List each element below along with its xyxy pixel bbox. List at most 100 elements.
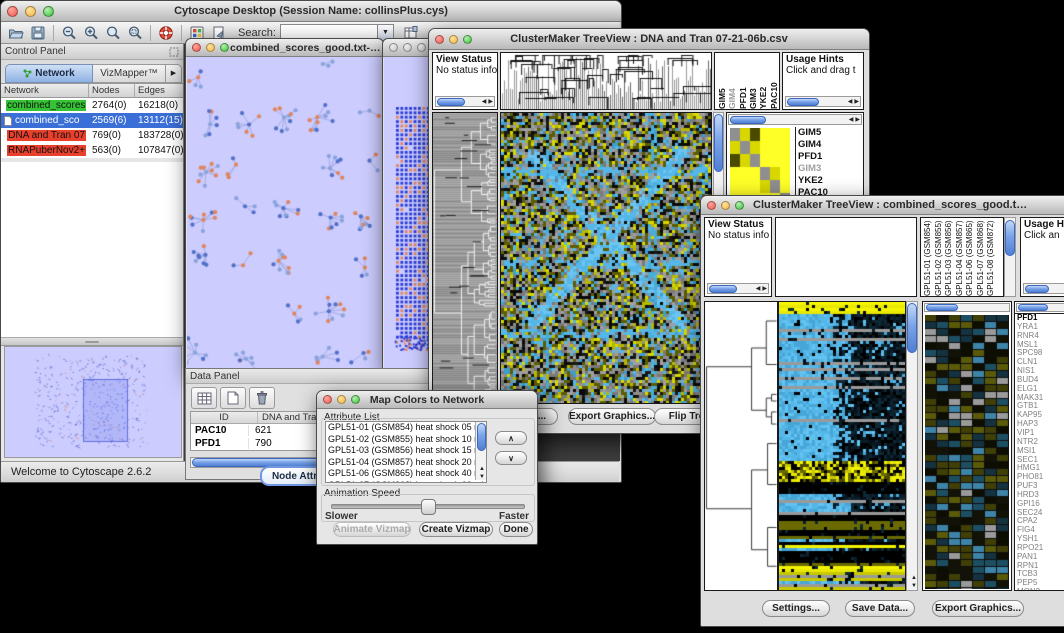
attribute-list-item[interactable]: GPL51-07 (GSM868) heat shock 60 min — [326, 480, 486, 484]
scroll-down-icon[interactable]: ▼ — [910, 583, 918, 589]
tv2-zoom-hscrollbar[interactable] — [924, 303, 1010, 312]
save-session-button[interactable] — [27, 23, 49, 42]
tv2-gene-label[interactable]: MON2 — [1015, 588, 1064, 591]
tv2-column-label[interactable]: GPL51-06 (GSM865) — [965, 218, 976, 296]
move-up-button[interactable]: ∧ — [495, 431, 527, 445]
tv1-gene-label[interactable]: GIM3 — [796, 163, 862, 175]
scrollbar-thumb[interactable] — [709, 285, 737, 293]
scrollbar-thumb[interactable] — [926, 304, 958, 311]
zoom-out-button[interactable] — [58, 23, 80, 42]
help-button[interactable] — [155, 23, 177, 42]
attribute-listbox[interactable]: GPL51-01 (GSM854) heat shock 05 minGPL51… — [325, 421, 487, 483]
column-header-id[interactable]: ID — [191, 412, 258, 423]
create-vizmap-button[interactable]: Create Vizmap — [419, 522, 493, 537]
column-header-edges[interactable]: Edges — [135, 84, 183, 97]
tv1-column-label[interactable]: YKE2 — [758, 53, 768, 109]
tv2-zoom-heatmap[interactable] — [925, 315, 1009, 589]
tv2-column-label[interactable]: GPL51-01 (GSM854) — [923, 218, 934, 296]
scrollbar-thumb[interactable] — [1025, 285, 1049, 293]
zoom-fit-button[interactable] — [124, 23, 146, 42]
close-icon[interactable] — [389, 43, 398, 52]
scrollbar-thumb[interactable] — [1005, 220, 1015, 256]
birdseye-overview[interactable] — [4, 346, 182, 458]
dialog-title-bar[interactable]: Map Colors to Network — [317, 391, 537, 409]
animation-speed-slider[interactable] — [331, 504, 525, 509]
tv2-column-dendrogram-area[interactable] — [775, 217, 917, 297]
tv1-heatmap[interactable] — [500, 112, 712, 404]
scrollbar-thumb[interactable] — [477, 423, 486, 451]
tv1-gene-hscrollbar[interactable]: ◀ ▶ — [728, 114, 862, 125]
scrollbar-thumb[interactable] — [1018, 304, 1048, 311]
done-button[interactable]: Done — [499, 522, 533, 537]
open-session-button[interactable] — [5, 23, 27, 42]
scroll-left-icon[interactable]: ◀ — [847, 99, 854, 105]
treeview1-title-bar[interactable]: ClusterMaker TreeView : DNA and Tran 07-… — [429, 29, 869, 50]
tv2-save-data-button[interactable]: Save Data... — [845, 600, 915, 617]
column-header-network[interactable]: Network — [1, 84, 89, 97]
slider-thumb[interactable] — [421, 499, 436, 515]
scroll-right-icon[interactable]: ▶ — [853, 99, 860, 105]
tv2-column-label[interactable]: GPL51-03 (GSM856) — [944, 218, 955, 296]
tv1-column-label[interactable]: PFD1 — [738, 53, 748, 109]
tv1-column-label[interactable]: GIM4 — [727, 53, 737, 109]
main-title-bar[interactable]: Cytoscape Desktop (Session Name: collins… — [1, 1, 621, 22]
tv1-row-dendrogram[interactable] — [432, 112, 498, 404]
tab-network[interactable]: Network — [5, 64, 93, 83]
scrollbar-thumb[interactable] — [730, 116, 766, 124]
tv1-column-label[interactable]: GIM5 — [717, 53, 727, 109]
scroll-down-icon[interactable]: ▼ — [478, 474, 486, 480]
scroll-right-icon[interactable]: ▶ — [761, 286, 768, 292]
network-table-row[interactable]: DNA and Tran 07769(0)183728(0) — [1, 128, 183, 143]
scroll-right-icon[interactable]: ▶ — [487, 99, 494, 105]
minimize-icon[interactable] — [403, 43, 412, 52]
tab-overflow-button[interactable]: ▶ — [166, 64, 182, 83]
tv2-export-graphics-button[interactable]: Export Graphics... — [932, 600, 1024, 617]
tv2-gene-hscrollbar[interactable] — [1016, 303, 1064, 312]
scroll-left-icon[interactable]: ◀ — [755, 286, 762, 292]
tv2-hints-hscrollbar[interactable] — [1023, 283, 1064, 294]
tv2-column-label[interactable]: GPL51-04 (GSM857) — [955, 218, 966, 296]
tv1-column-label[interactable]: PAC10 — [769, 53, 779, 109]
delete-attribute-button[interactable] — [249, 387, 275, 409]
move-down-button[interactable]: ∨ — [495, 451, 527, 465]
attribute-list-vscrollbar[interactable]: ▲ ▼ — [475, 422, 486, 480]
tv1-hints-hscrollbar[interactable]: ◀ ▶ — [785, 96, 861, 107]
tv2-labels-vscrollbar[interactable] — [1004, 217, 1016, 297]
panel-splitter[interactable] — [1, 337, 183, 346]
scrollbar-thumb[interactable] — [437, 98, 465, 106]
tv2-heatmap-vscrollbar[interactable]: ▲ ▼ — [906, 301, 918, 591]
scroll-left-icon[interactable]: ◀ — [481, 99, 488, 105]
scroll-up-icon[interactable]: ▲ — [910, 575, 918, 581]
tv1-status-hscrollbar[interactable]: ◀ ▶ — [435, 96, 495, 107]
scrollbar-thumb[interactable] — [787, 98, 819, 106]
float-panel-icon[interactable] — [169, 47, 179, 57]
tv2-status-hscrollbar[interactable]: ◀ ▶ — [707, 283, 769, 294]
tv2-column-label[interactable]: GPL51-02 (GSM855) — [934, 218, 945, 296]
scroll-right-icon[interactable]: ▶ — [854, 117, 861, 123]
column-header-nodes[interactable]: Nodes — [89, 84, 135, 97]
zoom-in-button[interactable] — [80, 23, 102, 42]
animate-vizmap-button[interactable]: Animate Vizmap — [333, 522, 411, 537]
attribute-list-item[interactable]: GPL51-02 (GSM855) heat shock 10 min — [326, 434, 486, 446]
scrollbar-thumb[interactable] — [907, 303, 917, 353]
network-graph-canvas[interactable] — [187, 57, 382, 370]
select-attributes-button[interactable] — [191, 387, 217, 409]
attribute-list-item[interactable]: GPL51-06 (GSM865) heat shock 40 min — [326, 468, 486, 480]
attribute-list-item[interactable]: GPL51-01 (GSM854) heat shock 05 min — [326, 422, 486, 434]
treeview2-title-bar[interactable]: ClusterMaker TreeView : combined_scores_… — [701, 196, 1064, 215]
tv1-gene-label[interactable]: YKE2 — [796, 175, 862, 187]
tv1-export-graphics-button[interactable]: Export Graphics... — [568, 408, 656, 425]
tv1-gene-label[interactable]: GIM4 — [796, 139, 862, 151]
tv2-column-label[interactable]: GPL51-07 (GSM868) — [976, 218, 987, 296]
scrollbar-thumb[interactable] — [714, 114, 723, 172]
network-view-title-bar[interactable]: combined_scores_good.txt--cluste... — [186, 39, 383, 57]
scroll-left-icon[interactable]: ◀ — [848, 117, 855, 123]
tv2-settings-button[interactable]: Settings... — [762, 600, 830, 617]
network-table-row[interactable]: combined_scores2764(0)16218(0) — [1, 98, 183, 113]
scroll-up-icon[interactable]: ▲ — [478, 466, 486, 472]
tv1-gene-label[interactable]: PFD1 — [796, 151, 862, 163]
tv1-gene-label[interactable]: GIM5 — [796, 127, 862, 139]
tv1-column-label[interactable]: GIM3 — [748, 53, 758, 109]
zoom-window-icon[interactable] — [417, 43, 426, 52]
tv2-heatmap[interactable] — [778, 301, 906, 591]
